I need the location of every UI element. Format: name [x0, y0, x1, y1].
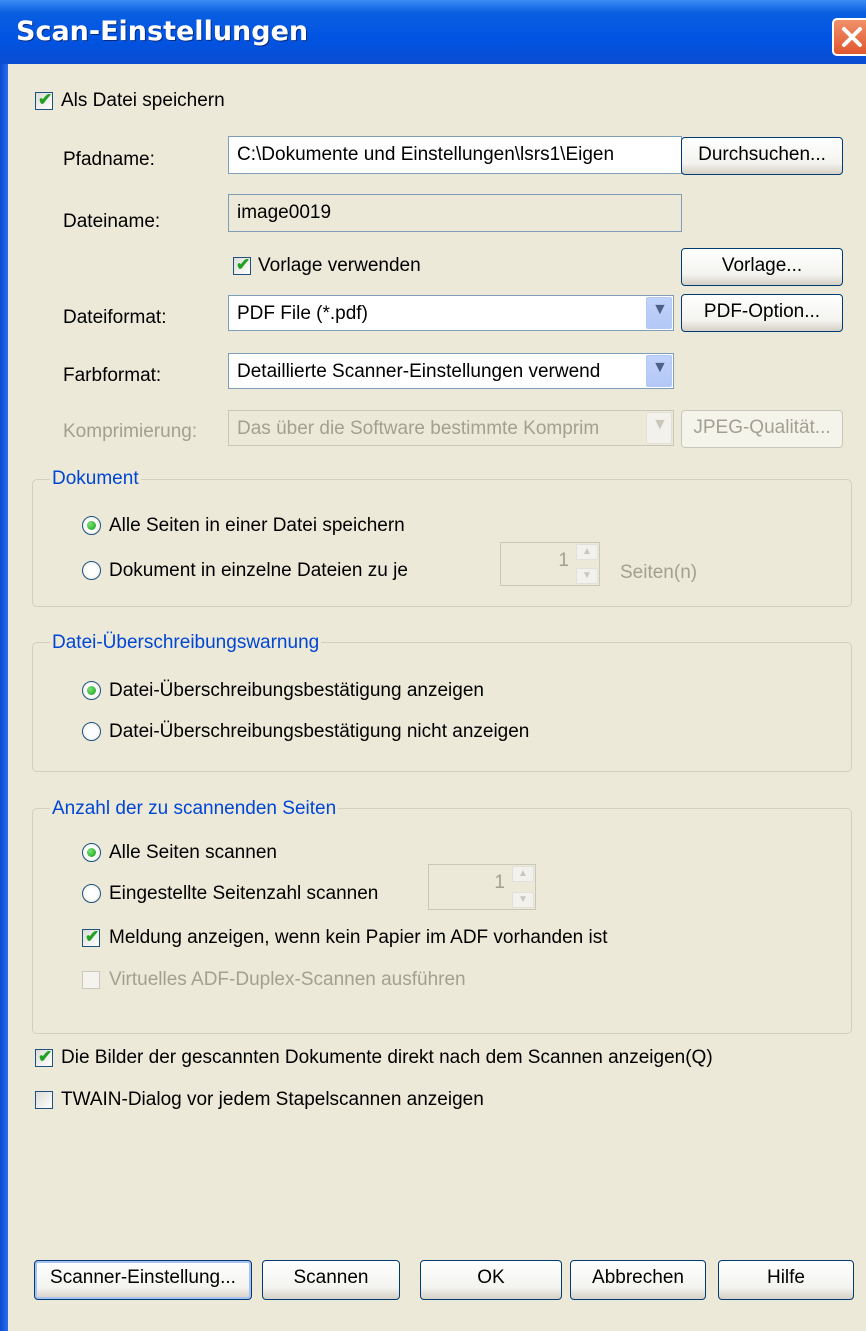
pdf-option-button[interactable]: PDF-Option...	[681, 294, 843, 332]
file-format-value: PDF File (*.pdf)	[237, 303, 368, 324]
spin-up-icon[interactable]: ▲	[512, 866, 534, 882]
checkmark-icon: ✔	[38, 90, 53, 109]
path-input[interactable]: C:\Dokumente und Einstellungen\lsrs1\Eig…	[228, 136, 682, 174]
checkmark-icon: ✔	[85, 927, 100, 946]
jpeg-quality-button[interactable]: JPEG-Qualität...	[681, 410, 843, 448]
scan-all-pages-label: Alle Seiten scannen	[109, 842, 277, 863]
scan-settings-dialog: Scan-Einstellungen ✔ Als Datei speichern…	[0, 0, 866, 1331]
chevron-down-icon: ▼	[652, 416, 668, 433]
pages-unit-label: Seiten(n)	[620, 562, 698, 583]
chevron-down-icon: ▼	[652, 359, 668, 376]
close-button[interactable]	[832, 18, 866, 56]
scan-set-pages-radio[interactable]	[82, 884, 101, 903]
color-format-select[interactable]: Detaillierte Scanner-Einstellungen verwe…	[228, 353, 674, 389]
filename-field[interactable]: image0019	[228, 194, 682, 232]
scanner-settings-button[interactable]: Scanner-Einstellung...	[34, 1260, 252, 1300]
twain-dialog-checkbox[interactable]	[35, 1091, 53, 1109]
use-template-label: Vorlage verwenden	[258, 255, 421, 276]
radio-dot-icon	[87, 521, 96, 530]
cancel-button[interactable]: Abbrechen	[570, 1260, 706, 1300]
help-button[interactable]: Hilfe	[718, 1260, 854, 1300]
color-format-value: Detaillierte Scanner-Einstellungen verwe…	[237, 361, 601, 382]
no-paper-message-label: Meldung anzeigen, wenn kein Papier im AD…	[109, 927, 608, 948]
window-border	[0, 64, 8, 1331]
document-group	[32, 479, 852, 607]
close-icon	[842, 27, 862, 47]
overwrite-show-label: Datei-Überschreibungsbestätigung anzeige…	[109, 680, 484, 701]
no-paper-message-checkbox[interactable]: ✔	[82, 927, 100, 947]
overwrite-warning-group	[32, 642, 852, 772]
overwrite-hide-label: Datei-Überschreibungsbestätigung nicht a…	[109, 721, 530, 742]
split-document-radio[interactable]	[82, 561, 101, 580]
set-pages-spinner[interactable]: 1 ▲ ▼	[428, 864, 536, 910]
compression-value: Das über die Software bestimmte Komprim	[237, 418, 600, 439]
spin-up-icon[interactable]: ▲	[576, 544, 598, 560]
checkmark-icon: ✔	[38, 1047, 53, 1066]
split-pages-value: 1	[558, 550, 569, 571]
browse-button[interactable]: Durchsuchen...	[681, 137, 843, 175]
scan-set-pages-label: Eingestellte Seitenzahl scannen	[109, 883, 379, 904]
overwrite-hide-radio[interactable]	[82, 722, 101, 741]
compression-dropdown-button[interactable]: ▼	[646, 412, 672, 444]
color-format-dropdown-button[interactable]: ▼	[646, 355, 672, 387]
compression-label: Komprimierung:	[63, 421, 198, 442]
all-pages-one-file-radio[interactable]	[82, 516, 101, 535]
page-count-group-title: Anzahl der zu scannenden Seiten	[50, 798, 339, 820]
save-as-file-checkbox[interactable]: ✔	[35, 90, 53, 110]
filename-label: Dateiname:	[63, 211, 161, 232]
all-pages-one-file-label: Alle Seiten in einer Datei speichern	[109, 515, 405, 536]
radio-dot-icon	[87, 686, 96, 695]
virtual-duplex-checkbox[interactable]	[82, 971, 100, 989]
color-format-label: Farbformat:	[63, 365, 162, 386]
chevron-down-icon: ▼	[652, 301, 668, 318]
template-button[interactable]: Vorlage...	[681, 248, 843, 286]
path-label: Pfadname:	[63, 149, 155, 170]
checkmark-icon: ✔	[236, 255, 251, 274]
spin-down-icon[interactable]: ▼	[576, 568, 598, 584]
twain-dialog-label: TWAIN-Dialog vor jedem Stapelscannen anz…	[61, 1089, 484, 1110]
show-images-checkbox[interactable]: ✔	[35, 1047, 53, 1067]
ok-button[interactable]: OK	[420, 1260, 562, 1300]
document-group-title: Dokument	[50, 468, 141, 490]
overwrite-warning-group-title: Datei-Überschreibungswarnung	[50, 632, 322, 654]
compression-select[interactable]: Das über die Software bestimmte Komprim …	[228, 410, 674, 446]
virtual-duplex-label: Virtuelles ADF-Duplex-Scannen ausführen	[109, 969, 466, 990]
scan-button[interactable]: Scannen	[262, 1260, 400, 1300]
show-images-label: Die Bilder der gescannten Dokumente dire…	[61, 1047, 713, 1068]
save-as-file-label: Als Datei speichern	[61, 90, 225, 111]
title-bar[interactable]: Scan-Einstellungen	[0, 0, 866, 64]
file-format-label: Dateiformat:	[63, 307, 167, 328]
overwrite-show-radio[interactable]	[82, 681, 101, 700]
split-document-label: Dokument in einzelne Dateien zu je	[109, 560, 408, 581]
spin-down-icon[interactable]: ▼	[512, 892, 534, 908]
set-pages-value: 1	[494, 872, 505, 893]
dialog-title: Scan-Einstellungen	[16, 16, 309, 47]
file-format-dropdown-button[interactable]: ▼	[646, 297, 672, 329]
scan-all-pages-radio[interactable]	[82, 843, 101, 862]
dialog-client-area: ✔ Als Datei speichern Pfadname: C:\Dokum…	[8, 64, 866, 1326]
radio-dot-icon	[87, 848, 96, 857]
split-pages-spinner[interactable]: 1 ▲ ▼	[500, 542, 600, 586]
file-format-select[interactable]: PDF File (*.pdf) ▼	[228, 295, 674, 331]
use-template-checkbox[interactable]: ✔	[233, 255, 251, 275]
